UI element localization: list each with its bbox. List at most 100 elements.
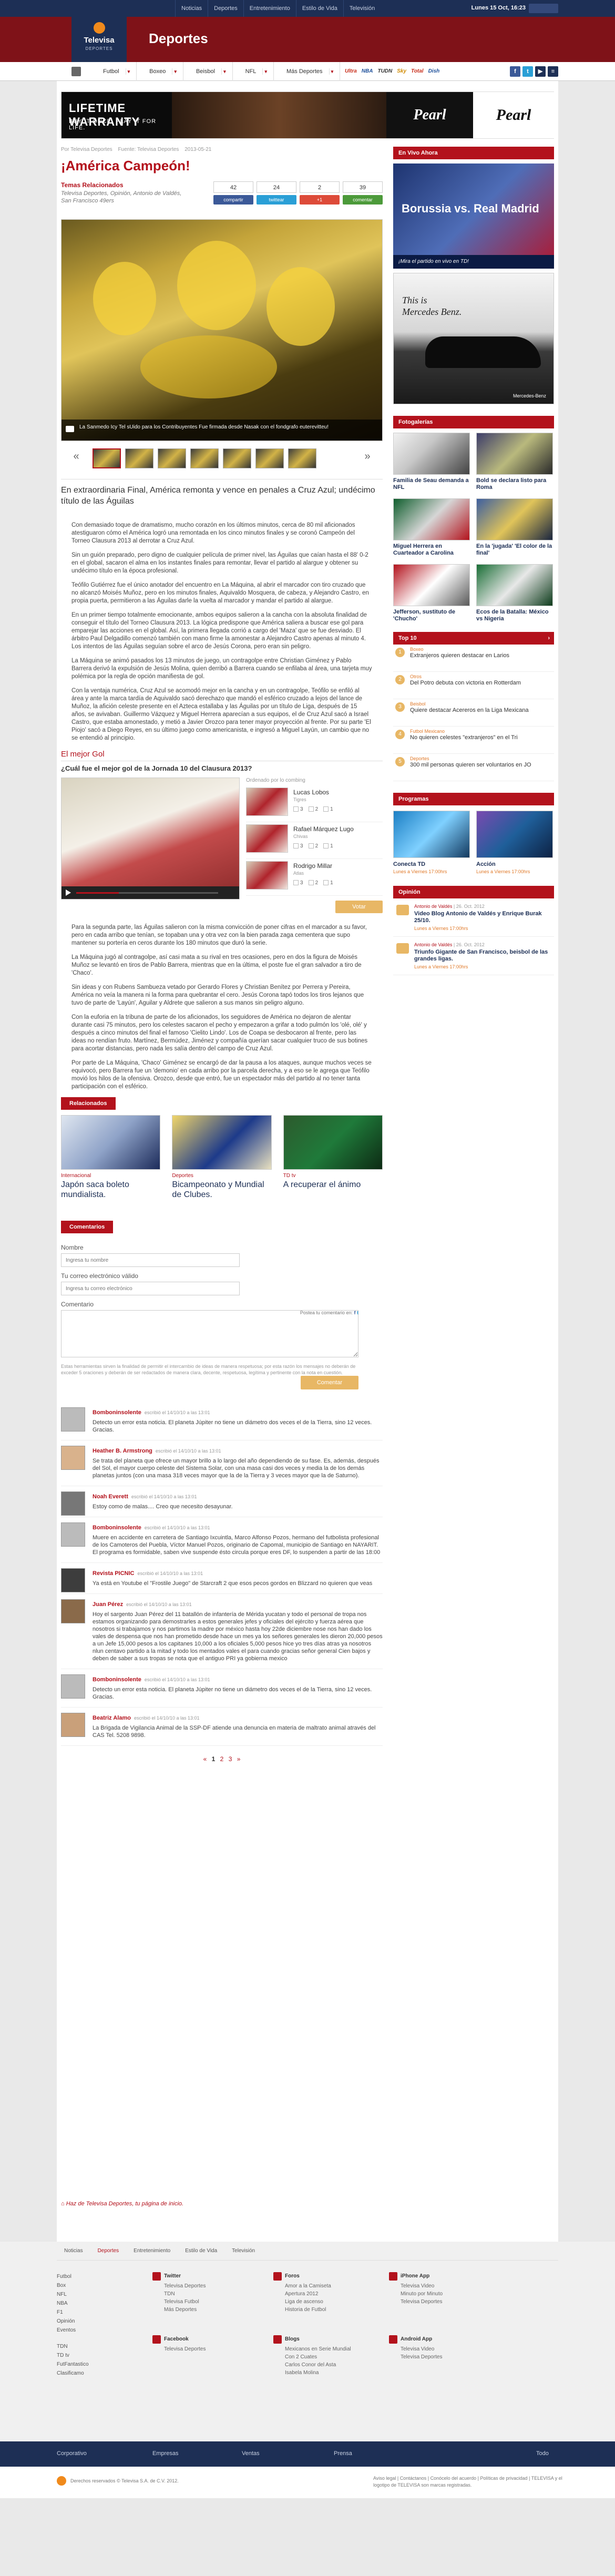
footer-link[interactable]: Futbol (57, 2272, 89, 2281)
comment-author[interactable]: Noah Everett (93, 1494, 128, 1500)
vote-option[interactable]: 2 (308, 880, 318, 886)
footer-nav-item[interactable]: Televisión (224, 2242, 262, 2260)
footer-nav-item[interactable]: Entretenimiento (126, 2242, 178, 2260)
sponsor-logo[interactable]: Ultra (345, 68, 357, 74)
footer-nav-item[interactable]: Noticias (57, 2242, 90, 2260)
photo-thumbnail[interactable] (288, 448, 316, 468)
footer-link[interactable]: Box (57, 2281, 89, 2290)
top10-item[interactable]: 2 Otros Del Potro debuta con victoria en R… (393, 672, 554, 699)
related-topics-links[interactable]: Televisa Deportes, Opinión, Antonio de V… (61, 190, 182, 205)
footer-link[interactable]: Minuto por Minuto (389, 2290, 478, 2298)
footer-link[interactable]: TDN (57, 2342, 89, 2351)
facebook-icon[interactable]: f (354, 1310, 355, 1315)
corporate-link[interactable]: Todo (536, 2450, 549, 2457)
comment-author[interactable]: Bomboninsolente (93, 1677, 141, 1683)
network-nav-item[interactable]: Estilo de Vida (295, 0, 343, 17)
footer-link[interactable]: Eventos (57, 2326, 89, 2335)
photo-thumbnail[interactable] (93, 448, 121, 468)
home-icon[interactable] (71, 67, 81, 76)
top10-item[interactable]: 1 Boxeo Extranjeros quieren destacar en La… (393, 645, 554, 672)
vote-option[interactable]: 3 (293, 843, 303, 849)
related-card[interactable]: Internacional Japón saca boleto mundiali… (61, 1115, 161, 1200)
vote-option[interactable]: 1 (323, 843, 333, 849)
photo-thumbnail[interactable] (125, 448, 153, 468)
network-nav-item[interactable]: Televisión (343, 0, 381, 17)
email-field[interactable] (61, 1282, 240, 1295)
footer-link[interactable]: NBA (57, 2299, 89, 2308)
vote-button[interactable]: Votar (335, 901, 383, 913)
network-nav-item[interactable]: Deportes (208, 0, 243, 17)
comment-author[interactable]: Revista PICNIC (93, 1570, 134, 1577)
footer-link[interactable]: Televisa Deportes (389, 2298, 478, 2306)
legal-links[interactable]: Aviso legal | Contáctanos | Conócelo del… (373, 2475, 562, 2489)
footer-link[interactable]: FutFantastico (57, 2360, 89, 2369)
video-player[interactable] (61, 778, 240, 899)
submit-comment-button[interactable]: Comentar (301, 1376, 358, 1389)
facebook-share-button[interactable]: compartir (213, 195, 253, 205)
footer-nav-item[interactable]: Deportes (90, 2242, 127, 2260)
poll-candidate[interactable]: Rodrigo Millar Atlas 321 (246, 859, 383, 896)
facebook-icon[interactable]: f (510, 66, 520, 77)
footer-link[interactable]: Clasificamo (57, 2369, 89, 2378)
ad-banner[interactable]: LIFETIME WARRANTY BUY IT ONCE. PLAY IT FO… (61, 91, 554, 139)
footer-link[interactable]: TDN (152, 2290, 242, 2298)
footer-link[interactable]: Televisa Video (389, 2345, 478, 2353)
televisa-logo[interactable]: Televisa DEPORTES (71, 17, 127, 62)
vote-option[interactable]: 1 (323, 806, 333, 812)
twitter-icon[interactable]: t (357, 1310, 358, 1315)
pagination-page[interactable]: 2 (220, 1755, 224, 1763)
play-icon[interactable] (66, 890, 71, 896)
chevron-right-icon[interactable]: › (548, 635, 550, 641)
corporate-link[interactable]: Ventas (242, 2450, 260, 2457)
sports-nav-item[interactable]: NFL ▾ (233, 62, 274, 81)
gallery-item[interactable]: Familia de Seau demanda a NFL (393, 433, 470, 493)
twitter-icon[interactable]: t (522, 66, 533, 77)
footer-link[interactable]: Apertura 2012 (273, 2290, 363, 2298)
sponsor-logo[interactable]: Sky (397, 68, 406, 74)
vote-option[interactable]: 3 (293, 880, 303, 886)
photo-thumbnail[interactable] (190, 448, 219, 468)
gallery-item[interactable]: En la 'jugada' 'El color de la final' (476, 498, 553, 559)
photo-gallery-main[interactable]: La Sanmedo Icy Tel sUido para los Contri… (61, 219, 383, 441)
video-progress[interactable] (76, 892, 218, 894)
live-match-ad[interactable]: Borussia vs. Real Madrid ¡Mira el partid… (393, 163, 554, 269)
top10-item[interactable]: 5 Deportes 300 mil personas quieren ser vo… (393, 754, 554, 781)
related-card[interactable]: Deportes Bicampeonato y Mundial de Clube… (172, 1115, 272, 1200)
vote-option[interactable]: 1 (323, 880, 333, 886)
gallery-item[interactable]: Ecos de la Batalla: México vs Nigeria (476, 564, 553, 625)
footer-link[interactable]: Opinión (57, 2317, 89, 2326)
corporate-link[interactable]: Corporativo (57, 2450, 87, 2457)
prev-arrow-icon[interactable]: « (71, 451, 81, 463)
photo-thumbnail[interactable] (255, 448, 284, 468)
breadcrumb-item[interactable]: Por Televisa Deportes (61, 147, 112, 152)
footer-link[interactable]: Con 2 Cuates (273, 2353, 363, 2361)
footer-link[interactable]: Televisa Deportes (152, 2282, 242, 2290)
twitter-share-button[interactable]: twittear (257, 195, 296, 205)
vote-option[interactable]: 2 (308, 843, 318, 849)
youtube-icon[interactable]: ▶ (535, 66, 546, 77)
related-card[interactable]: TD tv A recuperar el ánimo (283, 1115, 383, 1200)
sports-nav-item[interactable]: Futbol ▾ (90, 62, 137, 81)
program-item[interactable]: Conecta TD Lunes a Viernes 17:00hrs (393, 811, 470, 874)
footer-link[interactable]: NFL (57, 2290, 89, 2299)
comment-author[interactable]: Juan Pérez (93, 1601, 123, 1608)
poll-candidate[interactable]: Rafael Márquez Lugo Chivas 321 (246, 822, 383, 859)
sponsor-logo[interactable]: TUDN (377, 68, 392, 74)
corporate-link[interactable]: Prensa (334, 2450, 352, 2457)
sponsor-logo[interactable]: NBA (362, 68, 373, 74)
comment-textarea[interactable] (61, 1310, 358, 1357)
opinion-author-name[interactable]: Antonio de Valdés (414, 904, 452, 909)
poll-candidate[interactable]: Lucas Lobos Tigres 321 (246, 785, 383, 822)
search-input[interactable] (529, 4, 558, 13)
comment-author[interactable]: Heather B. Armstrong (93, 1448, 152, 1454)
rss-icon[interactable]: ≡ (548, 66, 558, 77)
footer-link[interactable]: F1 (57, 2308, 89, 2317)
gallery-item[interactable]: Jefferson, sustituto de 'Chucho' (393, 564, 470, 625)
footer-link[interactable]: Amor a la Camiseta (273, 2282, 363, 2290)
sponsor-logo[interactable]: Total (411, 68, 424, 74)
footer-link[interactable]: Isabela Molina (273, 2369, 363, 2377)
footer-link[interactable]: Televisa Deportes (389, 2353, 478, 2361)
footer-link[interactable]: Mexicanos en Serie Mundial (273, 2345, 363, 2353)
footer-link[interactable]: Liga de ascenso (273, 2298, 363, 2306)
comment-button[interactable]: comentar (343, 195, 383, 205)
